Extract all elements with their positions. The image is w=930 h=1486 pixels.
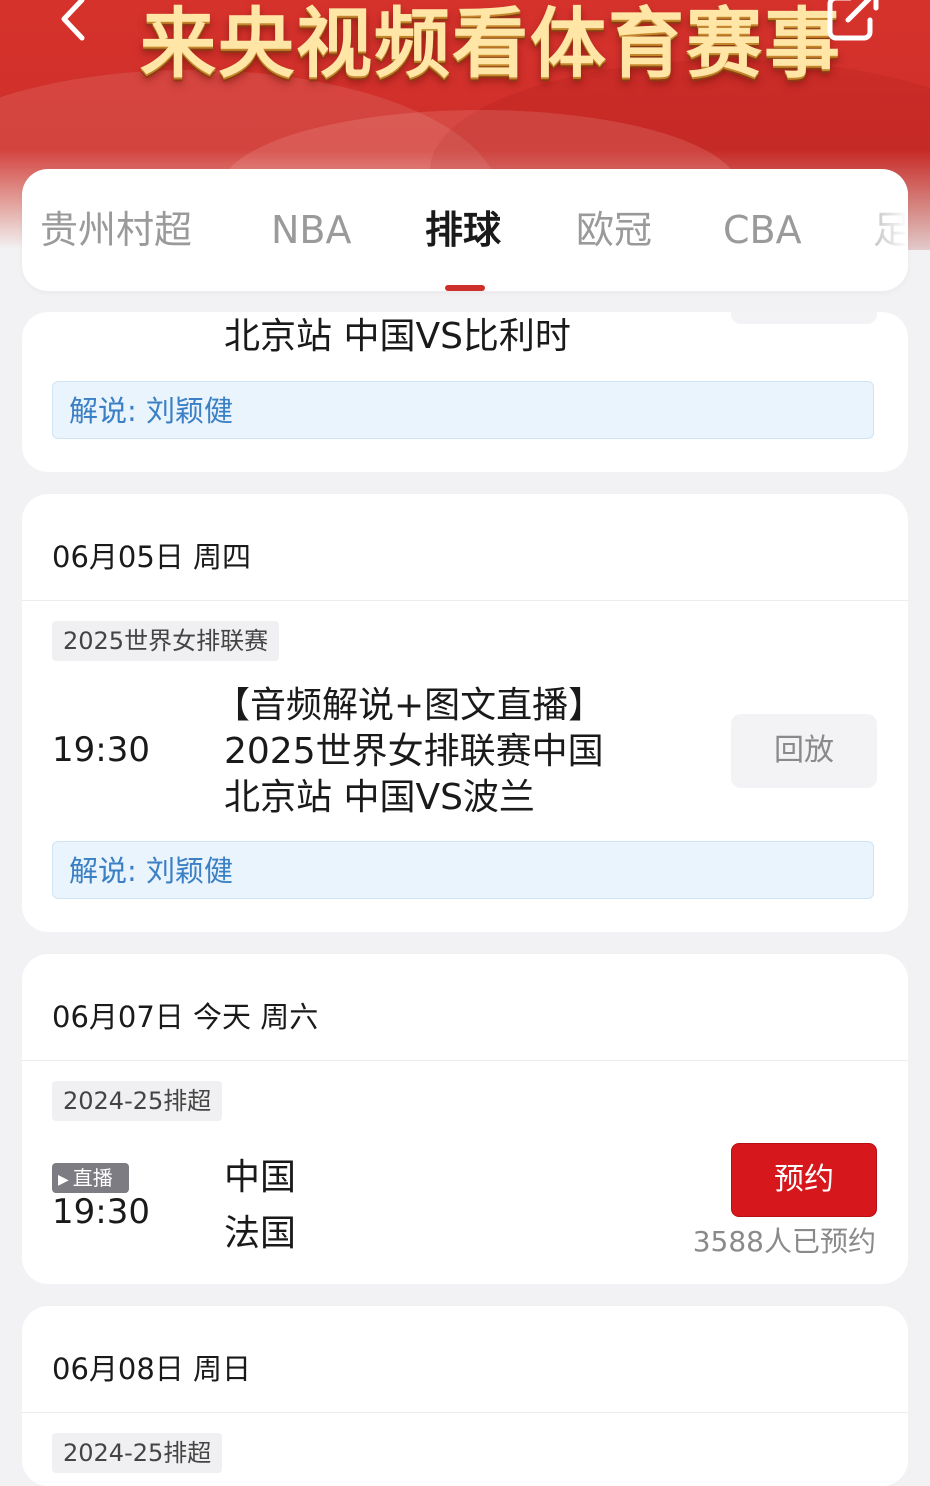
divider [22, 600, 908, 601]
match-card[interactable]: 06月07日 今天 周六 2024-25排超 ▶ 直播 19:30 中国 法国 预… [22, 954, 908, 1284]
tab-scroll-fade [848, 169, 908, 291]
tab-volleyball[interactable]: 排球 [425, 205, 501, 255]
divider [22, 1412, 908, 1413]
share-button[interactable] [822, 0, 884, 48]
commentator-info: 解说: 刘颖健 [52, 841, 874, 899]
match-date: 06月07日 今天 周六 [52, 1000, 319, 1034]
chevron-left-icon [61, 0, 85, 41]
back-button[interactable] [48, 0, 102, 46]
commentator-info: 解说: 刘颖健 [52, 381, 874, 439]
active-tab-indicator [445, 285, 485, 291]
divider [22, 1060, 908, 1061]
match-time: 19:30 [52, 1192, 150, 1232]
reserve-count: 3588人已预约 [692, 1225, 876, 1258]
play-icon: ▶ [58, 1172, 69, 1188]
match-date: 06月08日 周日 [52, 1352, 252, 1386]
replay-button[interactable]: 回放 [731, 714, 877, 788]
live-badge: ▶ 直播 [52, 1163, 129, 1193]
tab-champions-league[interactable]: 欧冠 [576, 205, 652, 255]
match-title-line: 北京站 中国VS波兰 [224, 777, 535, 818]
match-date: 06月05日 周四 [52, 540, 252, 574]
replay-button[interactable] [731, 312, 877, 324]
match-title-line: 2025世界女排联赛中国 [224, 731, 604, 772]
league-tag: 2024-25排超 [52, 1433, 223, 1473]
match-title-line: 【音频解说+图文直播】 [214, 685, 605, 726]
banner-title: 来央视频看体育赛事 [140, 0, 842, 88]
live-badge-label: 直播 [72, 1166, 113, 1190]
league-tag: 2025世界女排联赛 [52, 621, 280, 661]
match-card[interactable]: 06月05日 周四 2025世界女排联赛 19:30 【音频解说+图文直播】 2… [22, 494, 908, 932]
league-tag: 2024-25排超 [52, 1081, 223, 1121]
match-card[interactable]: 北京站 中国VS比利时 解说: 刘颖健 [22, 312, 908, 472]
team-away: 法国 [224, 1213, 297, 1254]
tab-guizhou-village-super[interactable]: 贵州村超 [40, 205, 192, 255]
category-tabbar: 贵州村超 NBA 排球 欧冠 CBA 足 [22, 169, 908, 291]
tab-cba[interactable]: CBA [723, 205, 802, 255]
team-home: 中国 [224, 1157, 297, 1198]
tab-nba[interactable]: NBA [271, 205, 352, 255]
match-title: 北京站 中国VS比利时 [224, 316, 571, 357]
share-icon [827, 0, 879, 41]
match-card[interactable]: 06月08日 周日 2024-25排超 [22, 1306, 908, 1486]
reserve-button[interactable]: 预约 [731, 1143, 877, 1217]
match-time: 19:30 [52, 730, 150, 770]
